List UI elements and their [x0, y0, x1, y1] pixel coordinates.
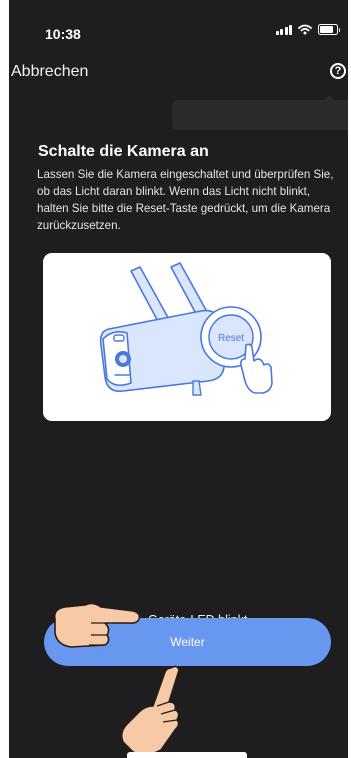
wifi-icon	[298, 24, 312, 35]
page-title: Schalte die Kamera an	[38, 143, 209, 160]
status-bar: 10:38	[9, 0, 348, 58]
battery-icon	[318, 24, 340, 35]
instruction-text: Lassen Sie die Kamera eingeschaltet und …	[37, 168, 334, 232]
setup-screen: 10:38 Abbrechen ? Schalte die Kamera an …	[9, 0, 348, 758]
help-tooltip	[172, 95, 348, 130]
camera-reset-illustration: Reset	[43, 253, 331, 421]
status-time: 10:38	[45, 26, 81, 42]
help-circle-icon[interactable]: ?	[330, 63, 346, 79]
cancel-button[interactable]: Abbrechen	[11, 63, 88, 81]
reset-label: Reset	[218, 333, 244, 344]
home-indicator	[127, 752, 247, 758]
cellular-signal-icon	[275, 24, 292, 35]
pointing-hand-icon	[120, 665, 180, 756]
status-icons	[275, 24, 340, 35]
pointing-hand-icon	[53, 602, 141, 648]
phone-frame: 10:38 Abbrechen ? Schalte die Kamera an …	[9, 0, 348, 758]
security-camera-icon: Reset	[99, 262, 273, 396]
